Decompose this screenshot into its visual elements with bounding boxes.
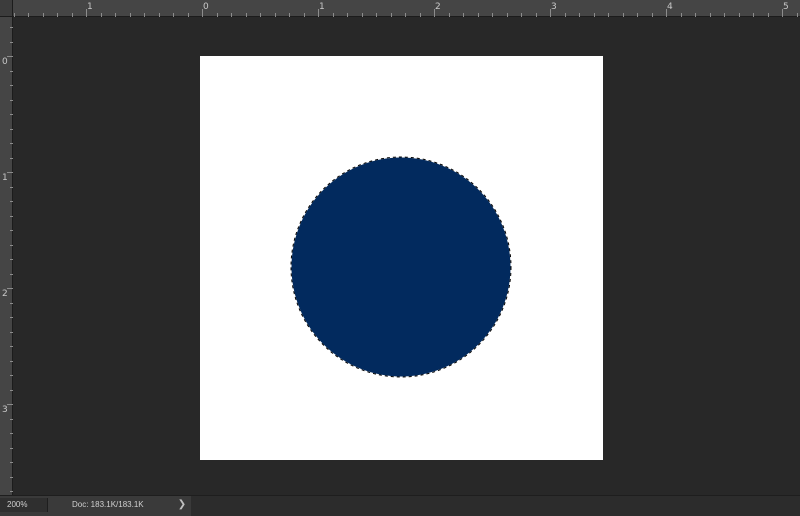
document-canvas[interactable] [200,56,603,460]
zoom-level-field[interactable]: 200% [0,498,48,512]
ruler-origin-corner[interactable] [0,0,13,17]
ruler-label: 5 [783,2,789,12]
vertical-ruler[interactable]: 0 1 2 3 [0,17,13,495]
ruler-label: 1 [87,2,93,12]
navy-circle-shape[interactable] [291,157,511,377]
ruler-label: 0 [2,57,8,67]
status-bar-spacer [191,496,800,516]
ruler-label: 2 [2,289,8,299]
ruler-label: 1 [2,173,8,183]
ruler-label: 3 [2,405,8,415]
ruler-label: 1 [319,2,325,12]
circle-layer [290,156,512,378]
ruler-label: 2 [435,2,441,12]
ruler-label: 4 [667,2,673,12]
horizontal-ruler[interactable]: 1 0 1 2 3 4 5 [0,0,800,17]
status-bar: 200% Doc: 183.1K/183.1K ❯ [0,495,800,516]
ruler-label: 0 [203,2,209,12]
document-size-info: Doc: 183.1K/183.1K [72,500,144,509]
ruler-label: 3 [551,2,557,12]
chevron-right-icon[interactable]: ❯ [176,497,188,513]
